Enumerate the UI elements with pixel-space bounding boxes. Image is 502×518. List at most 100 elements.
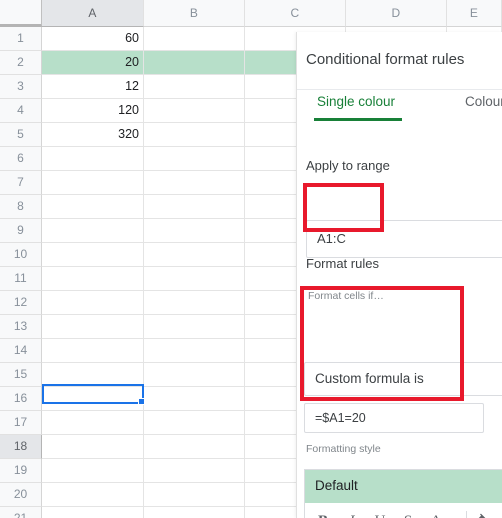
cell-A1[interactable]: 60 xyxy=(42,27,144,51)
select-all-corner[interactable] xyxy=(0,0,42,27)
selected-cell-a18[interactable] xyxy=(42,384,144,404)
cell-A4[interactable]: 120 xyxy=(42,99,144,123)
row-header-6[interactable]: 6 xyxy=(0,147,42,171)
condition-type-value: Custom formula is xyxy=(315,371,424,386)
tab-colour-scale[interactable]: Colour scale xyxy=(465,94,502,109)
cell-B3[interactable] xyxy=(144,75,245,99)
row-header-1[interactable]: 1 xyxy=(0,27,42,51)
cell-B4[interactable] xyxy=(144,99,245,123)
screenshot-root: ABCDE 1 2 3 4 5 6 7 8 9 10 11 12 13 14 15 16 17 18 19 20 21 … xyxy=(0,0,502,518)
row-header-21[interactable]: 21 xyxy=(0,507,42,518)
cell-B14[interactable] xyxy=(144,339,245,363)
italic-button[interactable]: I xyxy=(341,509,363,518)
row-header-20[interactable]: 20 xyxy=(0,483,42,507)
cell-A11[interactable] xyxy=(42,267,144,291)
cell-A8[interactable] xyxy=(42,195,144,219)
cell-B17[interactable] xyxy=(144,411,245,435)
condition-type-select[interactable]: Custom formula is xyxy=(304,362,502,396)
row-header-8[interactable]: 8 xyxy=(0,195,42,219)
apply-to-range-input[interactable]: A1:C xyxy=(306,220,502,258)
formatting-style-preview-text: Default xyxy=(315,478,358,493)
cell-A20[interactable] xyxy=(42,483,144,507)
column-header-a[interactable]: A xyxy=(42,0,144,27)
row-header-2[interactable]: 2 xyxy=(0,51,42,75)
cell-A5[interactable]: 320 xyxy=(42,123,144,147)
cell-value: 20 xyxy=(125,55,139,69)
cell-B5[interactable] xyxy=(144,123,245,147)
row-header-10[interactable]: 10 xyxy=(0,243,42,267)
row-header-17[interactable]: 17 xyxy=(0,411,42,435)
format-rules-label: Format rules xyxy=(306,256,379,271)
row-header-15[interactable]: 15 xyxy=(0,363,42,387)
cell-B2[interactable] xyxy=(144,51,245,75)
formatting-style-label: Formatting style xyxy=(306,443,381,455)
conditional-format-panel: Conditional format rules Single colour C… xyxy=(296,32,502,518)
custom-formula-value: =$A1=20 xyxy=(315,411,366,425)
cell-B18[interactable] xyxy=(144,435,245,459)
cell-B7[interactable] xyxy=(144,171,245,195)
cell-B8[interactable] xyxy=(144,195,245,219)
row-header-5[interactable]: 5 xyxy=(0,123,42,147)
cell-B19[interactable] xyxy=(144,459,245,483)
row-header-4[interactable]: 4 xyxy=(0,99,42,123)
cell-A21[interactable] xyxy=(42,507,144,518)
tab-single-colour[interactable]: Single colour xyxy=(317,94,395,109)
text-colour-button[interactable]: A xyxy=(425,509,447,518)
cell-A10[interactable] xyxy=(42,243,144,267)
cell-A2[interactable]: 20 xyxy=(42,51,144,75)
cell-A3[interactable]: 12 xyxy=(42,75,144,99)
cell-B9[interactable] xyxy=(144,219,245,243)
row-header-9[interactable]: 9 xyxy=(0,219,42,243)
cell-A18[interactable] xyxy=(42,435,144,459)
cell-value: 320 xyxy=(118,127,139,141)
cell-B21[interactable] xyxy=(144,507,245,518)
cell-A6[interactable] xyxy=(42,147,144,171)
column-header-b[interactable]: B xyxy=(144,0,245,27)
panel-title: Conditional format rules xyxy=(306,51,465,68)
row-header-11[interactable]: 11 xyxy=(0,267,42,291)
cell-value: 12 xyxy=(125,79,139,93)
column-header-d[interactable]: D xyxy=(346,0,447,27)
cell-B16[interactable] xyxy=(144,387,245,411)
row-header-14[interactable]: 14 xyxy=(0,339,42,363)
panel-divider xyxy=(297,89,502,90)
tab-active-underline xyxy=(314,118,402,121)
panel-tabs: Single colour Colour scale xyxy=(297,94,502,126)
cell-A17[interactable] xyxy=(42,411,144,435)
row-header-18[interactable]: 18 xyxy=(0,435,42,459)
format-cells-if-label: Format cells if… xyxy=(308,290,384,302)
cell-A9[interactable] xyxy=(42,219,144,243)
cell-B15[interactable] xyxy=(144,363,245,387)
cell-A19[interactable] xyxy=(42,459,144,483)
fill-colour-icon[interactable] xyxy=(475,511,491,518)
cell-B11[interactable] xyxy=(144,267,245,291)
cell-B10[interactable] xyxy=(144,243,245,267)
cell-value: 60 xyxy=(125,31,139,45)
row-header-12[interactable]: 12 xyxy=(0,291,42,315)
row-header-16[interactable]: 16 xyxy=(0,387,42,411)
cell-B6[interactable] xyxy=(144,147,245,171)
cell-B12[interactable] xyxy=(144,291,245,315)
fill-handle[interactable] xyxy=(138,398,145,405)
row-header-19[interactable]: 19 xyxy=(0,459,42,483)
cell-A7[interactable] xyxy=(42,171,144,195)
cell-A13[interactable] xyxy=(42,315,144,339)
formatting-style-preview[interactable]: Default xyxy=(304,469,502,503)
apply-to-range-label: Apply to range xyxy=(306,158,390,173)
cell-A12[interactable] xyxy=(42,291,144,315)
bold-button[interactable]: B xyxy=(312,509,334,518)
cell-value: 120 xyxy=(118,103,139,117)
row-header-3[interactable]: 3 xyxy=(0,75,42,99)
underline-button[interactable]: U xyxy=(369,509,391,518)
row-header-13[interactable]: 13 xyxy=(0,315,42,339)
row-header-7[interactable]: 7 xyxy=(0,171,42,195)
strikethrough-button[interactable]: S xyxy=(397,509,419,518)
custom-formula-input[interactable]: =$A1=20 xyxy=(304,403,484,433)
formatting-style-toolbar: B I U S A xyxy=(304,503,502,518)
column-header-e[interactable]: E xyxy=(447,0,502,27)
cell-B1[interactable] xyxy=(144,27,245,51)
column-header-c[interactable]: C xyxy=(245,0,346,27)
cell-B13[interactable] xyxy=(144,315,245,339)
cell-B20[interactable] xyxy=(144,483,245,507)
cell-A14[interactable] xyxy=(42,339,144,363)
